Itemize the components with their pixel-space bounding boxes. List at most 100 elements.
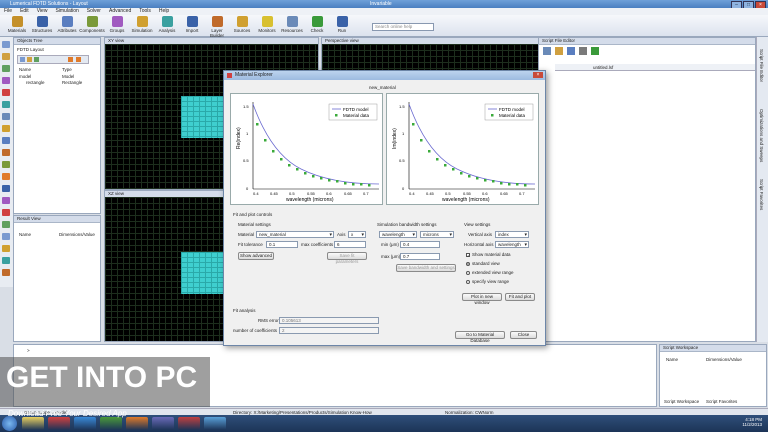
toolbar-import-button[interactable]: Import <box>179 16 205 33</box>
x-tick-label: 0.45 <box>426 191 435 196</box>
menu-simulation[interactable]: Simulation <box>55 8 78 15</box>
script-editor-panel: Script File Editor untitled.lsf <box>538 37 756 342</box>
taskbar-app-icon[interactable] <box>152 417 174 430</box>
tool-strip-icon[interactable] <box>2 197 10 204</box>
search-input[interactable]: Search online help <box>372 23 434 31</box>
menu-advanced[interactable]: Advanced <box>109 8 131 15</box>
save-bandwidth-button[interactable]: Save bandwidth and settings <box>396 264 456 272</box>
tool-strip-icon[interactable] <box>2 101 10 108</box>
tool-strip-icon[interactable] <box>2 245 10 252</box>
toolbar-groups-button[interactable]: Groups <box>104 16 130 33</box>
tool-strip-icon[interactable] <box>2 185 10 192</box>
toolbar-structures-button[interactable]: Structures <box>29 16 55 33</box>
tool-strip-icon[interactable] <box>2 125 10 132</box>
taskbar-app-icon[interactable] <box>126 417 148 430</box>
open-file-icon[interactable] <box>555 47 563 55</box>
perspective-viewport[interactable] <box>322 44 540 72</box>
toolbar-components-button[interactable]: Components <box>79 16 105 33</box>
menu-edit[interactable]: Edit <box>20 8 29 15</box>
tool-strip-icon[interactable] <box>2 269 10 276</box>
bandwidth-unit-select[interactable]: microns <box>420 231 454 238</box>
taskbar-app-icon[interactable] <box>100 417 122 430</box>
toolbar-analysis-button[interactable]: Analysis <box>154 16 180 33</box>
toolbar-resources-button[interactable]: Resources <box>279 16 305 33</box>
specify-view-radio[interactable] <box>466 280 470 284</box>
tool-strip-icon[interactable] <box>2 161 10 168</box>
tree-row-name[interactable]: model <box>19 74 31 79</box>
tree-tool-icon[interactable] <box>27 57 32 62</box>
axis-select[interactable]: x <box>348 231 366 238</box>
toolbar-sources-button[interactable]: Sources <box>229 16 255 33</box>
material-explorer-dialog: Material Explorer × new_material Re(inde… <box>223 70 546 346</box>
tab-untitled[interactable]: untitled.lsf <box>555 64 755 71</box>
taskbar-app-icon[interactable] <box>204 417 226 430</box>
toolbar-simulation-button[interactable]: Simulation <box>129 16 155 33</box>
taskbar-app-icon[interactable] <box>22 417 44 430</box>
show-material-data-checkbox[interactable]: ✓ <box>466 253 470 258</box>
menu-solver[interactable]: Solver <box>87 8 101 15</box>
tree-row-name[interactable]: rectangle <box>26 80 45 85</box>
tab-script-favorites[interactable]: Script Favorites <box>759 179 764 210</box>
new-file-icon[interactable] <box>543 47 551 55</box>
rectangle-object[interactable] <box>181 252 225 294</box>
dialog-close-icon[interactable]: × <box>533 72 543 78</box>
tab-script-file-editor[interactable]: Script File Editor <box>759 49 764 82</box>
tool-strip-icon[interactable] <box>2 41 10 48</box>
toolbar-run-button[interactable]: Run <box>329 16 355 33</box>
extended-view-radio[interactable] <box>466 271 470 275</box>
run-script-icon[interactable] <box>591 47 599 55</box>
toolbar-monitors-button[interactable]: Monitors <box>254 16 280 33</box>
tool-strip-icon[interactable] <box>2 137 10 144</box>
standard-view-radio[interactable] <box>466 262 470 266</box>
min-input[interactable]: 0.4 <box>400 241 440 248</box>
window-center-title: Invariable <box>370 1 392 7</box>
menu-view[interactable]: View <box>37 8 48 15</box>
go-to-material-database-button[interactable]: Go to Material Database <box>455 331 505 343</box>
taskbar-app-icon[interactable] <box>74 417 96 430</box>
tab-script-favorites[interactable]: Script Favorites <box>706 399 737 404</box>
tool-strip-icon[interactable] <box>2 149 10 156</box>
material-select[interactable]: new_material <box>256 231 334 238</box>
fit-and-plot-button[interactable]: Fit and plot <box>505 293 535 301</box>
tree-tool-icon[interactable] <box>34 57 39 62</box>
tool-strip-icon[interactable] <box>2 221 10 228</box>
taskbar-app-icon[interactable] <box>48 417 70 430</box>
fit-tolerance-input[interactable]: 0.1 <box>266 241 298 248</box>
tree-tool-icon[interactable] <box>20 57 25 62</box>
save-file-icon[interactable] <box>567 47 575 55</box>
tool-strip-icon[interactable] <box>2 113 10 120</box>
tool-strip-icon[interactable] <box>2 77 10 84</box>
tool-strip-icon[interactable] <box>2 209 10 216</box>
tool-strip-icon[interactable] <box>2 233 10 240</box>
max-coefficients-input[interactable]: 6 <box>334 241 366 248</box>
tool-strip-icon[interactable] <box>2 53 10 60</box>
horizontal-axis-select[interactable]: wavelength <box>495 241 529 248</box>
toolbar-materials-button[interactable]: Materials <box>4 16 30 33</box>
arrow-up-icon[interactable] <box>68 57 73 62</box>
max-input[interactable]: 0.7 <box>400 253 440 260</box>
rectangle-object[interactable] <box>181 96 225 138</box>
tab-script-workspace[interactable]: Script Workspace <box>664 399 699 404</box>
tool-strip-icon[interactable] <box>2 257 10 264</box>
bandwidth-type-select[interactable]: wavelength <box>379 231 417 238</box>
vertical-axis-select[interactable]: index <box>495 231 529 238</box>
plot-new-window-button[interactable]: Plot in new window <box>462 293 502 305</box>
menu-tools[interactable]: Tools <box>139 8 151 15</box>
tool-strip-icon[interactable] <box>2 65 10 72</box>
save-fit-button[interactable]: Save fit parameters <box>327 252 367 264</box>
menu-file[interactable]: File <box>4 8 12 15</box>
tool-strip-icon[interactable] <box>2 89 10 96</box>
toolbar-attributes-button[interactable]: Attributes <box>54 16 80 33</box>
save-all-icon[interactable] <box>579 47 587 55</box>
toolbar-layer-builder-button[interactable]: Layer Builder <box>204 16 230 38</box>
tool-strip-icon[interactable] <box>2 173 10 180</box>
tab-optimizations[interactable]: Optimizations and Sweeps <box>759 109 764 162</box>
arrow-down-icon[interactable] <box>76 57 81 62</box>
taskbar-app-icon[interactable] <box>178 417 200 430</box>
import-icon <box>186 16 198 27</box>
start-button[interactable] <box>2 416 17 431</box>
close-button[interactable]: Close <box>510 331 537 339</box>
toolbar-check-button[interactable]: Check <box>304 16 330 33</box>
menu-help[interactable]: Help <box>159 8 169 15</box>
show-advanced-button[interactable]: Show advanced <box>238 252 274 260</box>
